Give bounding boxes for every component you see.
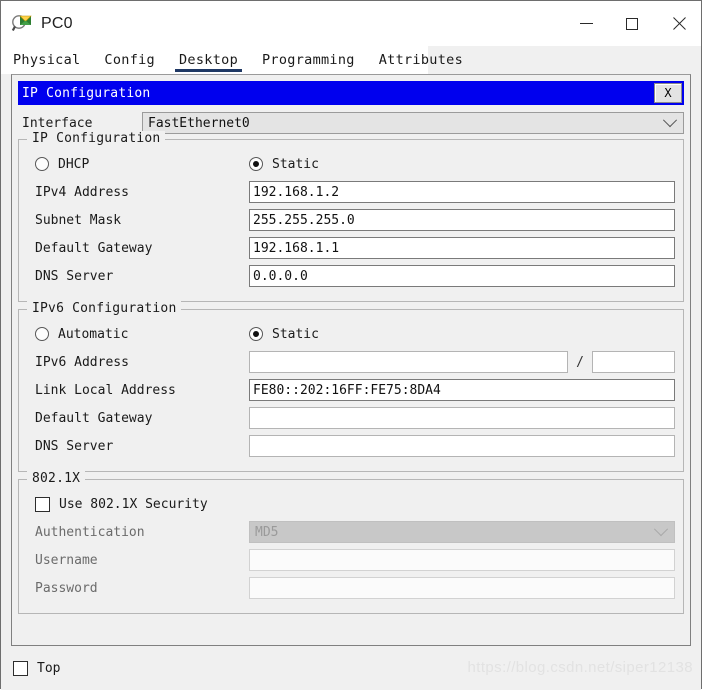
interface-dropdown[interactable]: FastEthernet0 <box>142 112 684 134</box>
ipv4-dns-server-input[interactable]: 0.0.0.0 <box>249 265 675 287</box>
window-controls <box>563 1 701 46</box>
chevron-down-icon <box>653 522 669 537</box>
subnet-mask-label: Subnet Mask <box>35 212 122 228</box>
ipv6-default-gateway-input[interactable] <box>249 407 675 429</box>
interface-label: Interface <box>22 115 93 131</box>
ipv4-default-gateway-input[interactable]: 192.168.1.1 <box>249 237 675 259</box>
subnet-mask-input[interactable]: 255.255.255.0 <box>249 209 675 231</box>
ip-configuration-title: IP Configuration <box>22 85 151 101</box>
packet-tracer-pc-icon <box>11 13 33 35</box>
window-title: PC0 <box>41 14 73 32</box>
ipv4-dns-server-label: DNS Server <box>35 268 114 284</box>
minimize-button[interactable] <box>563 1 609 46</box>
maximize-icon <box>626 17 638 30</box>
ipv4-configuration-group: IP Configuration DHCP Static IPv4 Addres… <box>18 131 684 302</box>
close-button[interactable] <box>655 1 701 46</box>
ip-configuration-titlebar: IP Configuration X <box>18 81 684 105</box>
username-label: Username <box>35 552 98 568</box>
top-checkbox[interactable] <box>13 660 28 676</box>
interface-value: FastEthernet0 <box>148 115 250 131</box>
ipv6-dns-server-input[interactable] <box>249 435 675 457</box>
dot1x-group: 802.1X Use 802.1X Security Authenticatio… <box>18 471 684 614</box>
ipv6-mode-row: Automatic Static <box>27 323 675 345</box>
ipv6-prefix-separator: / <box>576 354 584 370</box>
ip-configuration-close-button[interactable]: X <box>654 83 682 103</box>
ipv4-dhcp-label: DHCP <box>58 156 90 172</box>
ipv6-dns-server-label: DNS Server <box>35 438 114 454</box>
maximize-button[interactable] <box>609 1 655 46</box>
ipv4-dns-server-row: DNS Server 0.0.0.0 <box>27 265 675 287</box>
ipv6-default-gateway-label: Default Gateway <box>35 410 153 426</box>
authentication-dropdown: MD5 <box>249 521 675 543</box>
window-titlebar: PC0 <box>1 1 701 46</box>
username-row: Username <box>27 549 675 571</box>
ipv6-prefix-length-input[interactable] <box>592 351 675 373</box>
ip-configuration-panel: IP Configuration X Interface FastEtherne… <box>11 74 691 646</box>
password-row: Password <box>27 577 675 599</box>
ipv6-static-label: Static <box>272 326 319 342</box>
ipv6-configuration-group: IPv6 Configuration Automatic Static IPv6… <box>18 301 684 472</box>
password-input <box>249 577 675 599</box>
ipv6-automatic-option[interactable]: Automatic <box>27 327 249 342</box>
ipv6-address-row: IPv6 Address / <box>27 351 675 373</box>
top-checkbox-row[interactable]: Top <box>13 657 60 679</box>
authentication-value: MD5 <box>255 524 279 540</box>
ipv4-mode-row: DHCP Static <box>27 153 675 175</box>
tab-attributes[interactable]: Attributes <box>367 46 475 74</box>
subnet-mask-row: Subnet Mask 255.255.255.0 <box>27 209 675 231</box>
ipv4-dhcp-radio[interactable] <box>35 157 49 171</box>
top-label: Top <box>37 660 61 676</box>
pc0-window: PC0 Physical Config Desktop Programming … <box>0 0 702 690</box>
ipv4-group-title: IP Configuration <box>27 131 166 146</box>
tab-physical[interactable]: Physical <box>1 46 92 74</box>
close-icon <box>671 17 685 31</box>
tab-config[interactable]: Config <box>92 46 167 74</box>
minimize-icon <box>579 23 593 24</box>
ipv4-static-radio[interactable] <box>249 157 263 171</box>
ipv6-default-gateway-row: Default Gateway <box>27 407 675 429</box>
link-local-address-row: Link Local Address FE80::202:16FF:FE75:8… <box>27 379 675 401</box>
window-footer: Top https://blog.csdn.net/siper12138 <box>1 646 701 690</box>
username-input <box>249 549 675 571</box>
ipv6-address-label: IPv6 Address <box>35 354 129 370</box>
ipv6-static-option[interactable]: Static <box>249 327 319 342</box>
ipv4-address-label: IPv4 Address <box>35 184 129 200</box>
tab-bar: Physical Config Desktop Programming Attr… <box>1 46 701 74</box>
ipv6-automatic-label: Automatic <box>58 326 129 342</box>
tab-desktop[interactable]: Desktop <box>167 46 250 74</box>
desktop-content: IP Configuration X Interface FastEtherne… <box>1 74 701 646</box>
authentication-row: Authentication MD5 <box>27 521 675 543</box>
ipv4-address-input[interactable]: 192.168.1.2 <box>249 181 675 203</box>
ipv4-static-option[interactable]: Static <box>249 157 319 172</box>
use-dot1x-security-row[interactable]: Use 802.1X Security <box>27 493 675 515</box>
ipv4-default-gateway-row: Default Gateway 192.168.1.1 <box>27 237 675 259</box>
ipv6-group-title: IPv6 Configuration <box>27 301 182 316</box>
ipv4-dhcp-option[interactable]: DHCP <box>27 157 249 172</box>
watermark: https://blog.csdn.net/siper12138 <box>467 659 693 676</box>
tab-programming[interactable]: Programming <box>250 46 367 74</box>
ipv4-default-gateway-label: Default Gateway <box>35 240 153 256</box>
link-local-address-label: Link Local Address <box>35 382 176 398</box>
ipv6-address-input[interactable] <box>249 351 569 373</box>
chevron-down-icon <box>662 113 678 128</box>
link-local-address-input[interactable]: FE80::202:16FF:FE75:8DA4 <box>249 379 675 401</box>
authentication-label: Authentication <box>35 524 145 540</box>
ipv4-address-row: IPv4 Address 192.168.1.2 <box>27 181 675 203</box>
ipv4-static-label: Static <box>272 156 319 172</box>
ipv6-dns-server-row: DNS Server <box>27 435 675 457</box>
use-dot1x-security-checkbox[interactable] <box>35 496 50 512</box>
password-label: Password <box>35 580 98 596</box>
ipv6-automatic-radio[interactable] <box>35 327 49 341</box>
ipv6-static-radio[interactable] <box>249 327 263 341</box>
use-dot1x-security-label: Use 802.1X Security <box>59 496 208 512</box>
dot1x-group-title: 802.1X <box>27 471 86 486</box>
